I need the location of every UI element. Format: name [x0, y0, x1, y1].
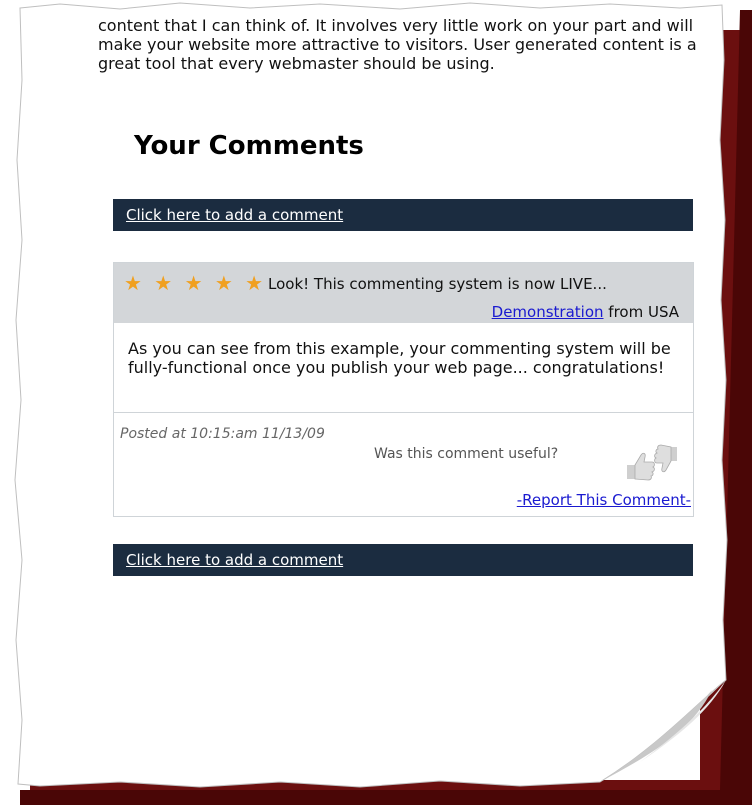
comments-heading: Your Comments — [134, 131, 364, 161]
thumbs-down-icon[interactable] — [654, 444, 677, 473]
author-location: from USA — [603, 303, 679, 321]
comment-card: ★ ★ ★ ★ ★ Look! This commenting system i… — [113, 262, 694, 517]
star-rating-icon: ★ ★ ★ ★ ★ — [124, 271, 267, 295]
comment-body: As you can see from this example, your c… — [128, 339, 671, 377]
add-comment-bar-bottom: Click here to add a comment — [113, 544, 693, 576]
intro-paragraph: content that I can think of. It involves… — [98, 16, 697, 73]
add-comment-link-top[interactable]: Click here to add a comment — [126, 206, 343, 224]
thumbs-up-icon[interactable] — [627, 452, 655, 481]
author-link[interactable]: Demonstration — [492, 303, 604, 321]
comment-author: Demonstration from USA — [492, 303, 679, 321]
vote-thumbs — [627, 444, 677, 481]
useful-prompt: Was this comment useful? — [374, 446, 559, 462]
add-comment-link-bottom[interactable]: Click here to add a comment — [126, 551, 343, 569]
comment-header: ★ ★ ★ ★ ★ Look! This commenting system i… — [114, 263, 693, 323]
comment-divider — [114, 412, 693, 413]
posted-timestamp: Posted at 10:15:am 11/13/09 — [120, 426, 325, 442]
comment-title: Look! This commenting system is now LIVE… — [268, 275, 607, 293]
add-comment-bar-top: Click here to add a comment — [113, 199, 693, 231]
report-comment-link[interactable]: -Report This Comment- — [517, 491, 691, 509]
